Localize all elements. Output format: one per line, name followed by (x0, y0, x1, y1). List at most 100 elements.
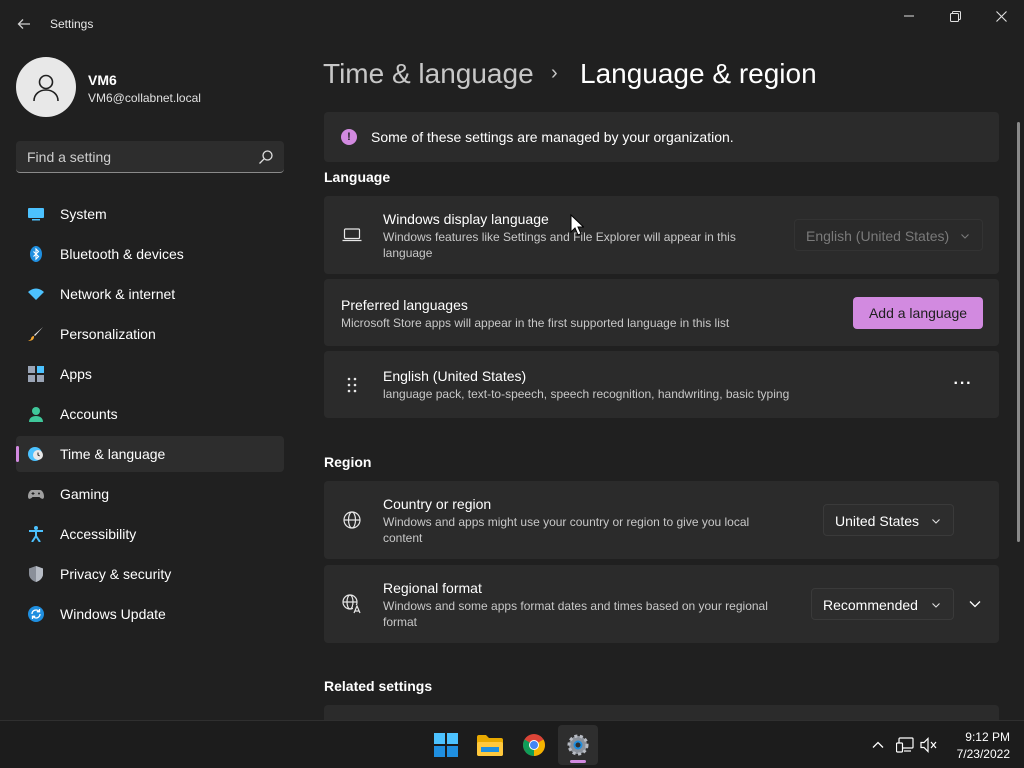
sidebar-item-label: Privacy & security (60, 566, 172, 582)
country-region-card: Country or region Windows and apps might… (324, 481, 999, 559)
chevron-down-icon (969, 601, 981, 608)
taskbar-file-explorer[interactable] (470, 725, 510, 765)
wifi-icon (28, 286, 44, 302)
sidebar-item-bluetooth[interactable]: Bluetooth & devices (16, 236, 284, 272)
avatar[interactable] (16, 57, 76, 117)
gamepad-icon (28, 486, 44, 502)
sidebar-item-label: Accessibility (60, 526, 137, 542)
globe-icon (342, 510, 362, 530)
translate-icon (342, 594, 362, 614)
dropdown-value: United States (835, 513, 920, 529)
sidebar-item-label: Gaming (60, 486, 110, 502)
sidebar-item-network[interactable]: Network & internet (16, 276, 284, 312)
apps-icon (28, 366, 44, 382)
laptop-icon (342, 225, 362, 245)
display-language-dropdown[interactable]: English (United States) (794, 219, 983, 251)
preferred-languages-card: Preferred languages Microsoft Store apps… (324, 279, 999, 346)
sidebar-item-apps[interactable]: Apps (16, 356, 284, 392)
card-title: English (United States) (383, 368, 527, 384)
add-language-button[interactable]: Add a language (853, 297, 983, 329)
chevron-down-icon (932, 519, 940, 524)
card-title: Preferred languages (341, 297, 468, 313)
windows-display-language-card: Windows display language Windows feature… (324, 196, 999, 274)
gear-icon (567, 734, 589, 756)
sidebar-item-gaming[interactable]: Gaming (16, 476, 284, 512)
sidebar-item-windows-update[interactable]: Windows Update (16, 596, 284, 632)
search-input[interactable] (16, 141, 252, 172)
more-options-button[interactable]: ··· (948, 369, 978, 399)
sidebar-item-label: Windows Update (60, 606, 166, 622)
active-indicator (16, 446, 19, 462)
shield-icon (28, 566, 44, 582)
language-list-item[interactable]: English (United States) language pack, t… (324, 351, 999, 418)
regional-format-dropdown[interactable]: Recommended (811, 588, 954, 620)
sidebar-item-system[interactable]: System (16, 196, 284, 232)
folder-icon (477, 735, 503, 756)
card-description: Windows and apps might use your country … (383, 515, 750, 545)
app-title: Settings (50, 17, 94, 31)
sidebar-item-label: Bluetooth & devices (60, 246, 184, 262)
active-app-indicator (570, 760, 586, 763)
dropdown-value: English (United States) (806, 228, 950, 244)
sidebar-item-label: Apps (60, 366, 92, 382)
title-bar: Settings (0, 0, 1024, 48)
chrome-icon (523, 734, 545, 756)
clock-date[interactable]: 7/23/2022 (957, 747, 1010, 761)
close-button[interactable] (978, 0, 1024, 32)
country-dropdown[interactable]: United States (823, 504, 954, 536)
minimize-button[interactable] (886, 0, 932, 32)
breadcrumb-parent[interactable]: Time & language (323, 58, 534, 90)
sidebar-item-label: Personalization (60, 326, 156, 342)
close-icon (995, 10, 1007, 22)
card-title: Windows display language (383, 211, 549, 227)
search-icon[interactable] (258, 149, 274, 165)
taskbar-chrome[interactable] (514, 725, 554, 765)
chevron-down-icon (961, 234, 969, 239)
scrollbar[interactable] (1017, 122, 1020, 542)
sidebar-item-time-language[interactable]: Time & language (16, 436, 284, 472)
card-title: Country or region (383, 496, 492, 512)
clock-time[interactable]: 9:12 PM (965, 730, 1010, 744)
bluetooth-icon (28, 246, 44, 262)
tray-volume-button[interactable] (919, 735, 939, 755)
tray-overflow-button[interactable] (868, 735, 888, 755)
network-icon (896, 737, 914, 753)
clock-globe-icon (28, 446, 44, 462)
tray-network-button[interactable] (895, 735, 915, 755)
card-title: Regional format (383, 580, 482, 596)
monitor-icon (28, 206, 44, 222)
restore-icon (949, 10, 961, 22)
back-button[interactable] (8, 10, 40, 38)
expand-button[interactable] (961, 590, 989, 618)
sidebar-item-accessibility[interactable]: Accessibility (16, 516, 284, 552)
drag-handle-icon[interactable] (342, 375, 362, 395)
related-settings-card[interactable] (324, 705, 999, 720)
chevron-up-icon (872, 741, 884, 748)
sidebar-item-accounts[interactable]: Accounts (16, 396, 284, 432)
taskbar-settings[interactable] (558, 725, 598, 765)
user-name: VM6 (88, 72, 117, 88)
sidebar-item-label: System (60, 206, 107, 222)
taskbar-start-button[interactable] (426, 725, 466, 765)
account-icon (28, 406, 44, 422)
section-title-related: Related settings (324, 678, 433, 694)
restore-button[interactable] (932, 0, 978, 32)
update-icon (28, 606, 44, 622)
sidebar-item-label: Accounts (60, 406, 118, 422)
arrow-left-icon (17, 19, 30, 29)
sidebar-item-privacy[interactable]: Privacy & security (16, 556, 284, 592)
dropdown-value: Recommended (823, 597, 918, 613)
sidebar-item-label: Time & language (60, 446, 166, 462)
card-description: language pack, text-to-speech, speech re… (383, 387, 790, 401)
info-icon: ! (341, 129, 357, 145)
breadcrumb-separator: › (551, 62, 558, 84)
user-email: VM6@collabnet.local (88, 91, 201, 105)
sidebar-item-personalization[interactable]: Personalization (16, 316, 284, 352)
search-box[interactable] (16, 141, 284, 173)
section-title-region: Region (324, 454, 372, 470)
minimize-icon (904, 15, 914, 17)
regional-format-card[interactable]: Regional format Windows and some apps fo… (324, 565, 999, 643)
volume-muted-icon (920, 737, 937, 753)
card-description: Windows and some apps format dates and t… (383, 599, 768, 629)
page-title: Language & region (580, 58, 817, 89)
